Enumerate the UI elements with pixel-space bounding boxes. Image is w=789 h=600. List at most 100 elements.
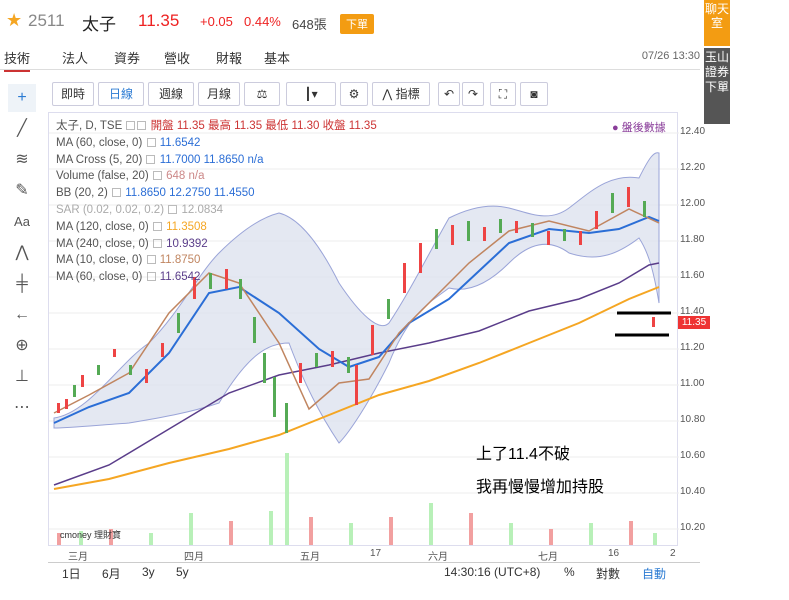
price-change-pct: 0.44% [244,14,281,29]
volume-bars [57,453,657,545]
text-tool-icon[interactable]: Aa [8,208,36,236]
compare-icon[interactable]: ⚖ [244,82,280,106]
interval-daily-button[interactable]: 日線 [98,82,144,106]
legend-ma60b-value: 11.6542 [159,271,201,284]
stock-price: 11.35 [138,11,180,30]
x-tick: 17 [370,548,382,559]
range-bar: 1日 6月 3y 5y 14:30:16 (UTC+8) % 對數 自動 [48,562,700,582]
y-tick: 10.20 [680,522,706,533]
fullscreen-icon[interactable]: ⛶ [490,82,516,106]
legend-ohlc-values: 開盤 11.35 最高 11.35 最低 11.30 收盤 11.35 [150,120,377,132]
log-scale-button[interactable]: 對數 [596,565,620,582]
indicators-icon: ⋀ [382,87,396,101]
legend-toggle-icon[interactable] [152,171,162,181]
ruler-icon[interactable]: ⊥ [8,363,36,391]
x-tick: 三月 [68,552,88,563]
legend-ma240[interactable]: MA (240, close, 0) 10.9392 [56,236,377,253]
price-axis[interactable]: 12.40 12.20 12.00 11.80 11.60 11.40 11.2… [678,112,705,546]
legend-sar-value: 12.0834 [181,203,224,216]
price-change: +0.05 [200,14,233,29]
post-hours-data[interactable]: ● 盤後數據 [612,119,666,135]
legend-volume-label: Volume (false, 20) [56,170,149,183]
legend-bb-label: BB (20, 2) [56,187,108,200]
settings-icon[interactable]: ⚙ [340,82,368,106]
time-axis[interactable]: 三月 四月 五月 17 六月 七月 16 2 [48,548,678,563]
chat-room-tab[interactable]: 聊天室 [704,0,730,46]
legend-sar[interactable]: SAR (0.02, 0.02, 0.2) 12.0834 [56,202,377,219]
favorite-star-icon[interactable]: ★ [6,10,22,31]
legend-volume[interactable]: Volume (false, 20) 648 n/a [56,168,377,185]
legend-bb-value: 11.8650 12.2750 11.4550 [125,187,255,200]
y-tick: 10.60 [680,450,706,461]
legend-macross-value: 11.7000 11.8650 n/a [159,153,264,166]
legend-settings-icon[interactable] [137,121,147,130]
x-tick: 七月 [538,552,558,563]
current-price-tag: 11.35 [678,316,710,329]
interval-intraday-button[interactable]: 即時 [52,82,94,106]
fibonacci-icon[interactable]: ≋ [8,146,36,174]
tab-basic[interactable]: 基本 [264,48,290,67]
stock-header: ★ 2511 太子 11.35 +0.05 0.44% 648張 下單 [0,0,700,42]
legend-toggle-icon[interactable] [152,221,162,231]
legend-volume-value: 648 n/a [166,170,205,183]
trendline-icon[interactable]: ╱ [8,115,36,143]
stock-name: 太子 [82,15,116,34]
legend-ma240-value: 10.9392 [166,237,208,250]
tab-technical[interactable]: 技術 [4,48,31,72]
range-5y-button[interactable]: 5y [176,565,189,579]
undo-icon[interactable]: ↶ [438,82,460,106]
y-tick: 11.80 [680,234,705,245]
redo-icon[interactable]: ↷ [462,82,484,106]
legend-toggle-icon[interactable] [152,238,162,248]
legend-bb[interactable]: BB (20, 2) 11.8650 12.2750 11.4550 [56,185,377,202]
legend-toggle-icon[interactable] [146,137,156,147]
crosshair-icon[interactable]: + [8,84,36,112]
legend-toggle-icon[interactable] [146,272,156,282]
interval-monthly-button[interactable]: 月線 [198,82,240,106]
legend-toggle-icon[interactable] [146,255,156,265]
tab-financial[interactable]: 財報 [216,48,242,67]
range-6m-button[interactable]: 6月 [102,565,121,582]
legend-sar-label: SAR (0.02, 0.02, 0.2) [56,203,165,216]
y-tick: 10.80 [680,414,706,425]
percent-scale-button[interactable]: % [564,565,575,579]
y-tick: 11.20 [680,342,705,353]
chart-toolbar: 即時 日線 週線 月線 ⚖ ┃▾ ⚙ ⋀ 指標 ↶ ↷ ⛶ ◙ [48,82,698,108]
chart-type-icon[interactable]: ┃▾ [286,82,336,106]
measure-icon[interactable]: ╪ [8,270,36,298]
legend-ma60b[interactable]: MA (60, close, 0) 11.6542 [56,269,377,286]
range-3y-button[interactable]: 3y [142,565,155,579]
legend-ma120-label: MA (120, close, 0) [56,220,149,233]
legend-ma60b-label: MA (60, close, 0) [56,271,143,284]
indicators-button[interactable]: ⋀ 指標 [372,82,430,106]
interval-weekly-button[interactable]: 週線 [148,82,194,106]
annotation-line1: 上了11.4不破 [476,446,570,463]
auto-scale-button[interactable]: 自動 [642,565,666,582]
legend-toggle-icon[interactable] [146,154,156,164]
zoom-in-icon[interactable]: ⊕ [8,332,36,360]
brush-icon[interactable]: ✎ [8,177,36,205]
camera-icon[interactable]: ◙ [520,82,548,106]
legend-toggle-icon[interactable] [126,121,136,130]
legend-ma10[interactable]: MA (10, close, 0) 11.8750 [56,252,377,269]
broker-order-tab[interactable]: 玉山證券下單 [704,48,730,124]
legend-toggle-icon[interactable] [168,204,178,214]
legend-ma60[interactable]: MA (60, close, 0) 11.6542 [56,135,377,152]
tab-bar: 技術 法人 資券 營收 財報 基本 07/26 13:30 [0,44,700,72]
order-button[interactable]: 下單 [340,14,374,34]
volume: 648張 [292,17,327,32]
x-tick: 六月 [428,552,448,563]
tab-margin[interactable]: 資券 [114,48,140,67]
tab-revenue[interactable]: 營收 [164,48,190,67]
arrow-left-icon[interactable]: ← [8,301,36,329]
legend-macross[interactable]: MA Cross (5, 20) 11.7000 11.8650 n/a [56,152,377,169]
legend-toggle-icon[interactable] [111,188,121,198]
tab-institutional[interactable]: 法人 [62,48,88,67]
legend-ma120[interactable]: MA (120, close, 0) 11.3508 [56,219,377,236]
range-1d-button[interactable]: 1日 [62,565,81,582]
legend-ohlc[interactable]: 太子, D, TSE 開盤 11.35 最高 11.35 最低 11.30 收盤… [56,118,377,135]
more-icon[interactable]: ⋯ [8,394,36,422]
pattern-icon[interactable]: ⋀ [8,239,36,267]
x-tick: 五月 [300,552,320,563]
legend-ma240-label: MA (240, close, 0) [56,237,149,250]
